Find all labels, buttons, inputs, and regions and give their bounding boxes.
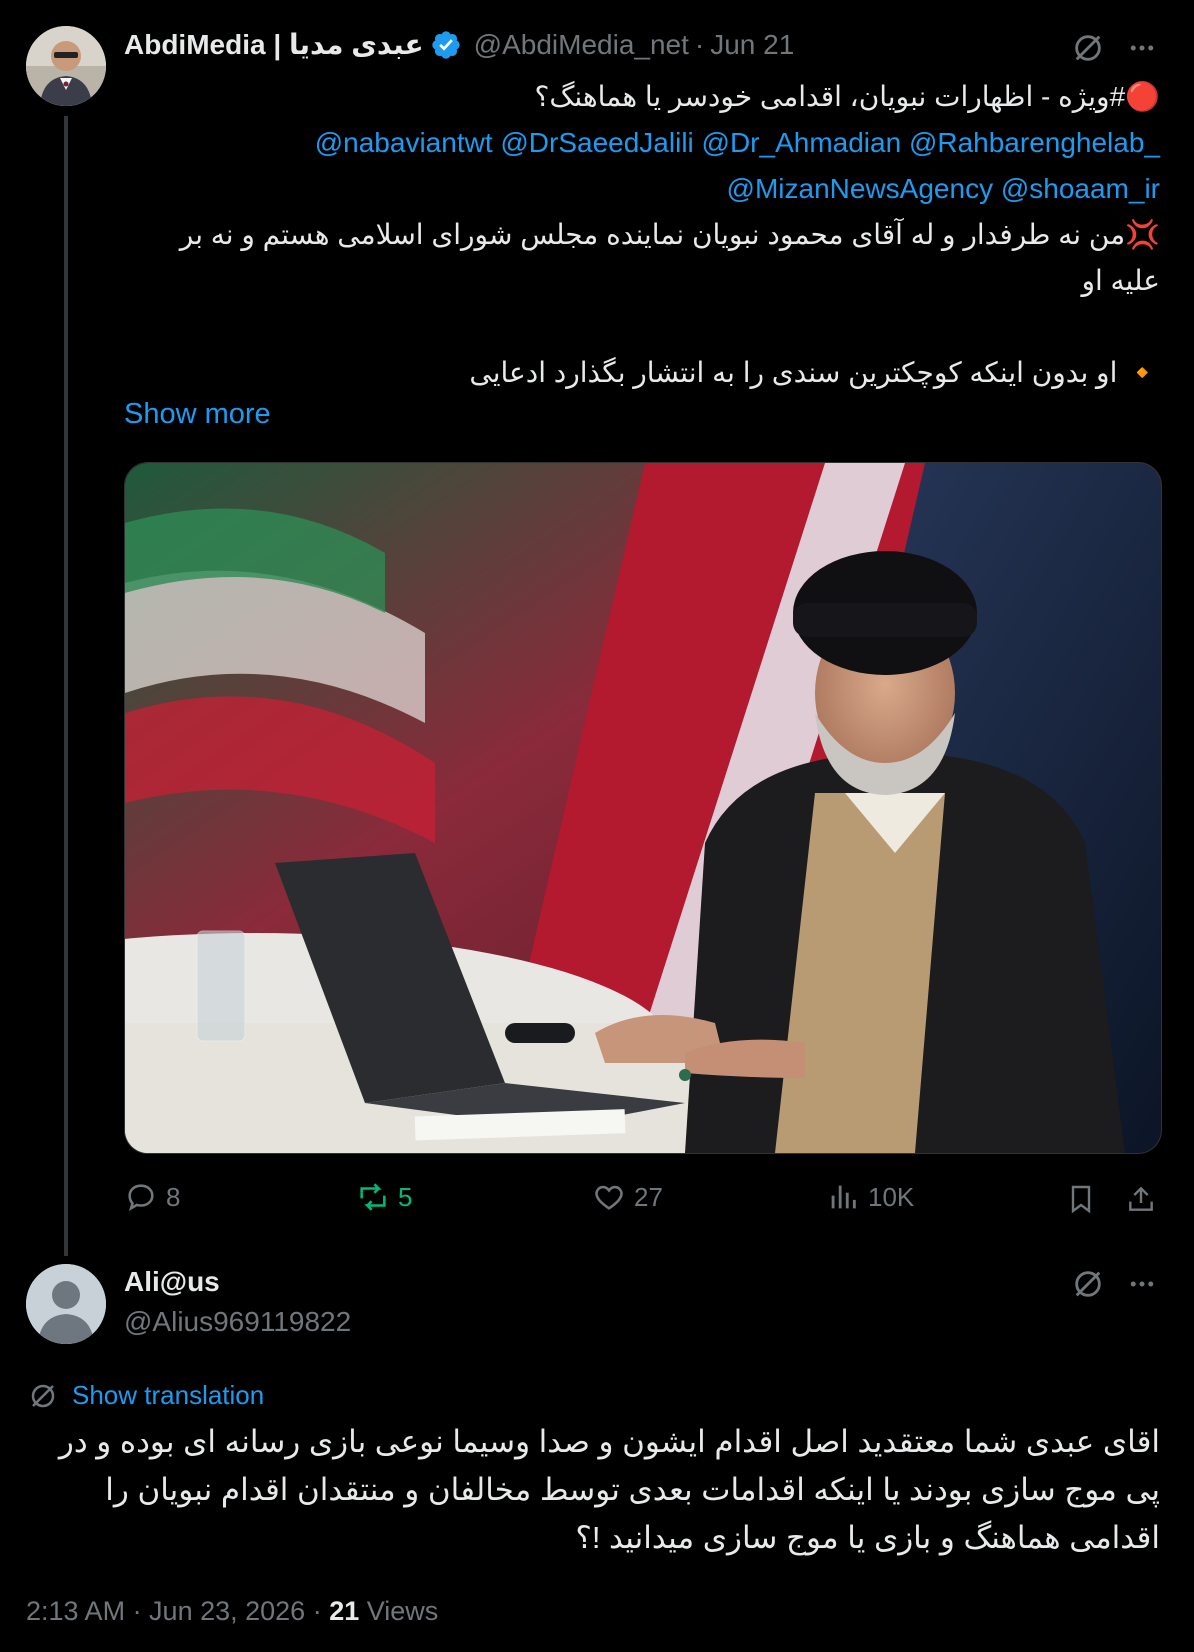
author-handle[interactable]: @AbdiMedia_net <box>474 29 689 61</box>
separator: · <box>694 28 705 60</box>
post-mentions-2[interactable]: @MizanNewsAgency @shoaam_ir <box>124 166 1160 212</box>
reply-meta: 2:13 AM · Jun 23, 2026 · 21 Views <box>26 1596 438 1627</box>
views-button[interactable]: 10K <box>826 1180 914 1214</box>
like-count: 27 <box>634 1181 663 1212</box>
reply-author-name[interactable]: Ali@us <box>124 1266 220 1298</box>
show-more-link[interactable]: Show more <box>124 398 271 431</box>
reply-timestamp[interactable]: 2:13 AM · Jun 23, 2026 · <box>26 1596 322 1626</box>
bookmark-icon <box>1071 1185 1091 1214</box>
post-image[interactable] <box>124 462 1162 1154</box>
like-button[interactable]: 27 <box>592 1180 663 1214</box>
post-date[interactable]: Jun 21 <box>710 29 794 61</box>
more-icon[interactable] <box>1124 1266 1160 1302</box>
share-button[interactable] <box>1122 1180 1160 1218</box>
post-mentions-1[interactable]: @nabaviantwt @DrSaeedJalili @Dr_Ahmadian… <box>124 120 1160 166</box>
post-text: 🔴#ویژه - اظهارات نبویان، اقدامی خودسر یا… <box>124 74 1160 396</box>
post-header: AbdiMedia | عبدی مدیا @AbdiMedia_net · J… <box>124 28 794 61</box>
author-avatar[interactable] <box>26 26 106 106</box>
share-icon <box>1129 1186 1153 1211</box>
reply-views-label: Views <box>366 1596 439 1626</box>
thread-line <box>64 116 68 1256</box>
more-icon[interactable] <box>1124 30 1160 66</box>
reply-button[interactable]: 8 <box>124 1180 180 1214</box>
bookmark-button[interactable] <box>1062 1180 1100 1218</box>
reply-count: 8 <box>166 1181 181 1212</box>
grok-icon[interactable] <box>1070 1266 1106 1302</box>
post-line-claim: 🔸 او بدون اینکه کوچکترین سندی را به انتش… <box>469 357 1160 388</box>
repost-button[interactable]: 5 <box>356 1180 412 1214</box>
reply-views-count: 21 <box>329 1596 360 1626</box>
reply-text: اقای عبدی شما معتقدید اصل اقدام ایشون و … <box>58 1424 1160 1555</box>
show-translation-button[interactable]: Show translation <box>28 1380 264 1411</box>
views-icon <box>831 1185 856 1209</box>
repost-icon <box>360 1183 386 1211</box>
grok-icon[interactable] <box>1070 30 1106 66</box>
like-icon <box>595 1185 623 1210</box>
reply-avatar[interactable] <box>26 1264 106 1344</box>
author-name[interactable]: AbdiMedia | عبدی مدیا <box>124 28 424 61</box>
reply-icon <box>128 1184 154 1212</box>
show-translation-label: Show translation <box>72 1380 265 1410</box>
repost-count: 5 <box>398 1181 413 1212</box>
verified-badge-icon <box>430 29 462 61</box>
post-line-headline: 🔴#ویژه - اظهارات نبویان، اقدامی خودسر یا… <box>534 81 1160 112</box>
reply-author-handle[interactable]: @Alius969119822 <box>124 1306 351 1338</box>
translate-icon <box>31 1384 55 1407</box>
views-count: 10K <box>868 1181 915 1212</box>
post-line-statement: 💢من نه طرفدار و له آقای محمود نبویان نما… <box>179 219 1160 296</box>
